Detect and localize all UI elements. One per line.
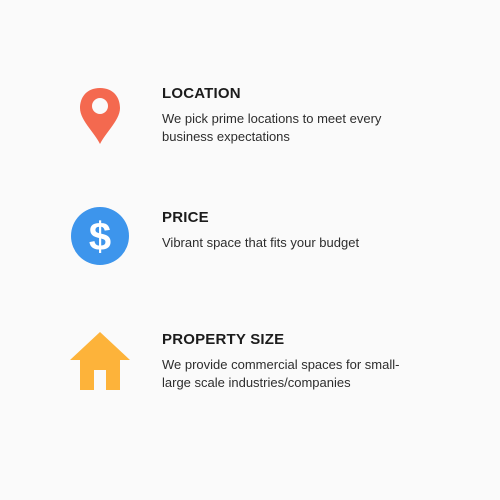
feature-title: PRICE [162,209,209,226]
feature-description: Vibrant space that fits your budget [162,235,360,250]
location-pin-icon [68,84,132,148]
dollar-icon: $ [68,204,132,268]
svg-text:$: $ [89,215,111,259]
feature-price: $ PRICE Vibrant space that fits your bud… [0,207,500,288]
feature-property-size: PROPERTY SIZE We provide commercial spac… [0,330,500,410]
feature-description: We provide commercial spaces for small-l… [162,357,400,390]
feature-title: PROPERTY SIZE [162,331,285,348]
house-icon [68,330,132,394]
feature-title: LOCATION [162,85,241,102]
feature-description: We pick prime locations to meet every bu… [162,111,382,144]
feature-location: LOCATION We pick prime locations to meet… [0,84,500,164]
